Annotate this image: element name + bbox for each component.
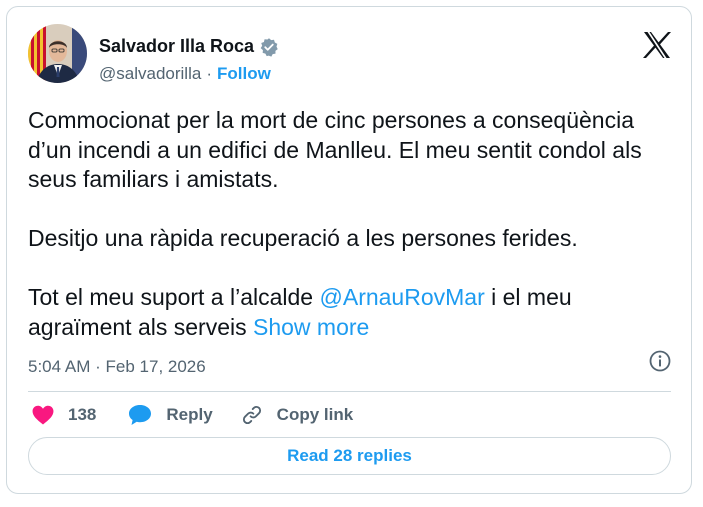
speech-bubble-icon [128, 404, 152, 426]
show-more-link[interactable]: Show more [253, 314, 369, 340]
follow-button[interactable]: Follow [217, 64, 271, 84]
author-name[interactable]: Salvador Illa Roca [99, 36, 254, 57]
author-handle-row: @salvadorilla · Follow [99, 64, 271, 84]
tweet-paragraph: Tot el meu suport a l’alcalde @ArnauRovM… [28, 283, 678, 342]
tweet-timestamp[interactable]: 5:04 AM · Feb 17, 2026 [28, 357, 206, 377]
link-icon [241, 404, 263, 426]
read-replies-button[interactable]: Read 28 replies [28, 437, 671, 475]
tweet-paragraph: Commocionat per la mort de cinc persones… [28, 107, 642, 192]
tweet-date: Feb 17, 2026 [105, 357, 206, 376]
avatar[interactable] [28, 24, 87, 83]
author-name-row: Salvador Illa Roca [99, 36, 279, 57]
handle-separator: · [206, 64, 212, 83]
timestamp-separator: · [95, 357, 101, 376]
tweet-text: Commocionat per la mort de cinc persones… [28, 106, 678, 342]
action-bar: 138 Reply Copy link [32, 404, 353, 426]
verified-badge-icon [259, 37, 279, 57]
tweet-card: Salvador Illa Roca @salvadorilla · Follo… [6, 6, 692, 494]
x-logo-icon[interactable] [642, 31, 672, 64]
likes-count: 138 [68, 405, 97, 424]
like-button[interactable]: 138 [32, 405, 96, 425]
copy-link-label: Copy link [276, 405, 354, 424]
tweet-time: 5:04 AM [28, 357, 91, 376]
tweet-text-span: Tot el meu suport a l’alcalde [28, 284, 320, 310]
reply-button[interactable]: Reply [128, 404, 213, 426]
mention-link[interactable]: @ArnauRovMar [320, 284, 485, 310]
tweet-paragraph: Desitjo una ràpida recuperació a les per… [28, 225, 578, 251]
author-handle[interactable]: @salvadorilla [99, 64, 201, 84]
reply-label: Reply [166, 405, 213, 424]
divider [28, 391, 671, 392]
read-replies-label: Read 28 replies [287, 446, 412, 465]
info-icon[interactable] [648, 349, 672, 378]
copy-link-button[interactable]: Copy link [241, 404, 354, 426]
heart-icon [32, 405, 54, 425]
